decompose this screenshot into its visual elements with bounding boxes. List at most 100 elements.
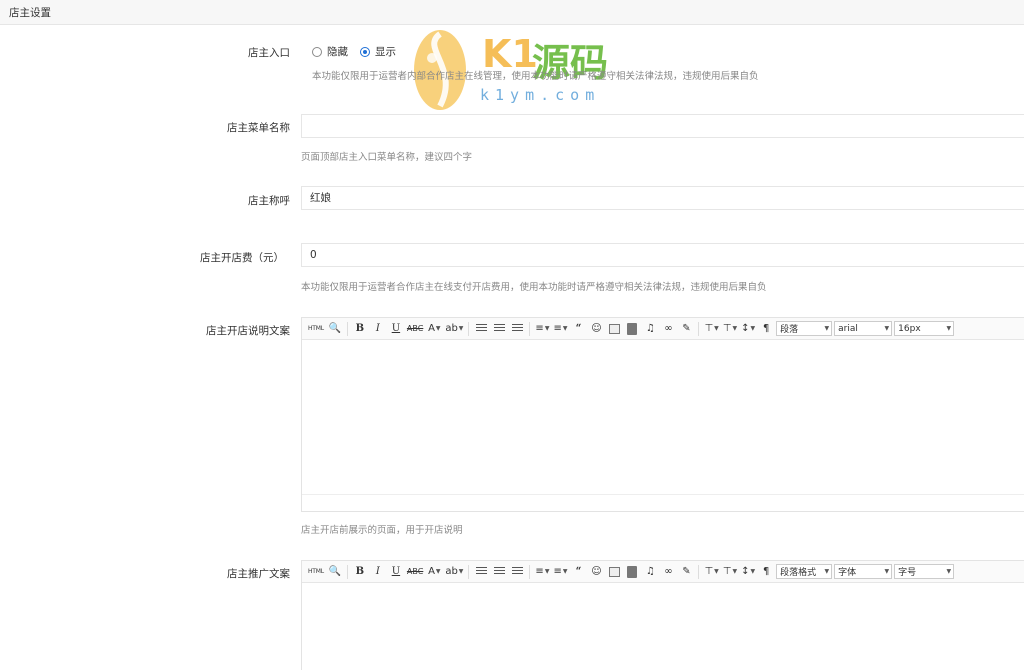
html-icon[interactable]: HTML: [308, 321, 324, 337]
align-center-icon[interactable]: [492, 321, 506, 337]
fee-input[interactable]: 0: [301, 243, 1024, 267]
align-right-icon[interactable]: [510, 564, 524, 580]
strikethrough-icon[interactable]: ABC: [407, 564, 423, 580]
link-icon[interactable]: ∞: [661, 321, 675, 337]
fee-hint: 本功能仅限用于运营者合作店主在线支付开店费用，使用本功能时请严格遵守相关法律法规…: [301, 282, 767, 293]
entry-hide-radio[interactable]: [312, 46, 322, 57]
promo-toolbar: HTML 🔍 B I U ABC A ▼ ab ▼ ≡ ▼ ≡ ▼ “ ☺ ♫ ∞ ✎ …: [302, 561, 1024, 583]
align-left-icon[interactable]: [474, 321, 488, 337]
format-icon[interactable]: ¶: [759, 321, 773, 337]
toolbar-divider: [698, 564, 700, 579]
preview-icon[interactable]: 🔍: [328, 321, 342, 337]
entry-hint: 本功能仅限用于运营者内部合作店主在线管理，使用本功能时请严格遵守相关法律法规，违…: [312, 71, 759, 82]
open-desc-label: 店主开店说明文案: [206, 325, 290, 337]
watermark-url: k1ym.com: [480, 86, 601, 104]
music-icon[interactable]: ♫: [643, 564, 657, 580]
image-icon[interactable]: [607, 321, 621, 337]
font-color-icon[interactable]: A ▼: [427, 321, 441, 337]
toolbar-divider: [468, 321, 470, 336]
page-title: 店主设置: [9, 7, 51, 19]
html-icon[interactable]: HTML: [308, 564, 324, 580]
align-center-icon[interactable]: [492, 564, 506, 580]
promo-editor[interactable]: HTML 🔍 B I U ABC A ▼ ab ▼ ≡ ▼ ≡ ▼ “ ☺ ♫ ∞ ✎ …: [301, 560, 1024, 670]
menu-name-label: 店主菜单名称: [227, 122, 290, 134]
font-color-icon[interactable]: A ▼: [427, 564, 441, 580]
line-height-icon[interactable]: ↕ ▼: [741, 564, 755, 580]
toolbar-divider: [346, 564, 348, 579]
eraser-icon[interactable]: ✎: [679, 564, 693, 580]
page-header: 店主设置: [0, 0, 1024, 25]
unordered-list-icon[interactable]: ≡ ▼: [553, 321, 567, 337]
align-right-icon[interactable]: [510, 321, 524, 337]
highlight-icon[interactable]: ab ▼: [445, 564, 463, 580]
entry-hide-label[interactable]: 隐藏: [327, 44, 348, 59]
ordered-list-icon[interactable]: ≡ ▼: [535, 321, 549, 337]
bold-icon[interactable]: B: [353, 564, 367, 580]
strikethrough-icon[interactable]: ABC: [407, 321, 423, 337]
row-spacing-icon[interactable]: ⊤ ▼: [704, 564, 718, 580]
music-icon[interactable]: ♫: [643, 321, 657, 337]
paragraph-select-value: 段落: [780, 325, 799, 335]
size-select-value: 16px: [898, 323, 921, 334]
open-desc-toolbar: HTML 🔍 B I U ABC A ▼ ab ▼ ≡ ▼ ≡ ▼ “ ☺ ♫ ∞ ✎ …: [302, 318, 1024, 340]
menu-name-hint: 页面顶部店主入口菜单名称，建议四个字: [301, 152, 473, 163]
open-desc-statusbar: [302, 494, 1024, 511]
quote-icon[interactable]: “: [571, 564, 585, 580]
paragraph-select-value: 段落格式: [780, 568, 817, 578]
paragraph-spacing-icon[interactable]: ⊤ ▼: [723, 321, 737, 337]
chevron-down-icon: ▼: [824, 325, 830, 332]
image-icon[interactable]: [607, 564, 621, 580]
toolbar-divider: [468, 564, 470, 579]
italic-icon[interactable]: I: [371, 321, 385, 337]
entry-show-radio[interactable]: [360, 46, 370, 57]
open-desc-editor[interactable]: HTML 🔍 B I U ABC A ▼ ab ▼ ≡ ▼ ≡ ▼ “ ☺ ♫ ∞ ✎ …: [301, 317, 1024, 512]
paragraph-select[interactable]: 段落格式 ▼: [776, 564, 833, 579]
italic-icon[interactable]: I: [371, 564, 385, 580]
toolbar-divider: [529, 564, 531, 579]
unordered-list-icon[interactable]: ≡ ▼: [553, 564, 567, 580]
emoji-icon[interactable]: ☺: [589, 321, 603, 337]
chevron-down-icon: ▼: [884, 325, 890, 332]
bold-icon[interactable]: B: [353, 321, 367, 337]
entry-label: 店主入口: [248, 47, 290, 59]
toolbar-divider: [529, 321, 531, 336]
fee-label: 店主开店费（元）: [200, 252, 284, 264]
video-icon[interactable]: [625, 321, 639, 337]
size-select[interactable]: 字号 ▼: [894, 564, 955, 579]
emoji-icon[interactable]: ☺: [589, 564, 603, 580]
font-select-value: arial: [838, 323, 858, 334]
quote-icon[interactable]: “: [571, 321, 585, 337]
size-select-value: 字号: [898, 568, 917, 578]
promo-label: 店主推广文案: [227, 568, 290, 580]
format-icon[interactable]: ¶: [759, 564, 773, 580]
title-field-input[interactable]: 红娘: [301, 186, 1024, 210]
line-height-icon[interactable]: ↕ ▼: [741, 321, 755, 337]
underline-icon[interactable]: U: [389, 564, 403, 580]
chevron-down-icon: ▼: [946, 325, 952, 332]
video-icon[interactable]: [625, 564, 639, 580]
underline-icon[interactable]: U: [389, 321, 403, 337]
paragraph-spacing-icon[interactable]: ⊤ ▼: [723, 564, 737, 580]
size-select[interactable]: 16px ▼: [894, 321, 955, 336]
align-left-icon[interactable]: [474, 564, 488, 580]
chevron-down-icon: ▼: [824, 568, 830, 575]
chevron-down-icon: ▼: [884, 568, 890, 575]
preview-icon[interactable]: 🔍: [328, 564, 342, 580]
eraser-icon[interactable]: ✎: [679, 321, 693, 337]
toolbar-divider: [698, 321, 700, 336]
paragraph-select[interactable]: 段落 ▼: [776, 321, 833, 336]
font-select[interactable]: arial ▼: [834, 321, 893, 336]
entry-radio-group: 隐藏 显示: [312, 44, 408, 59]
font-select-value: 字体: [838, 568, 857, 578]
link-icon[interactable]: ∞: [661, 564, 675, 580]
menu-name-input[interactable]: [301, 114, 1024, 138]
open-desc-hint: 店主开店前展示的页面，用于开店说明: [301, 525, 463, 536]
font-select[interactable]: 字体 ▼: [834, 564, 893, 579]
ordered-list-icon[interactable]: ≡ ▼: [535, 564, 549, 580]
title-field-label: 店主称呼: [248, 195, 290, 207]
highlight-icon[interactable]: ab ▼: [445, 321, 463, 337]
row-spacing-icon[interactable]: ⊤ ▼: [704, 321, 718, 337]
toolbar-divider: [346, 321, 348, 336]
entry-show-label[interactable]: 显示: [375, 44, 396, 59]
chevron-down-icon: ▼: [946, 568, 952, 575]
